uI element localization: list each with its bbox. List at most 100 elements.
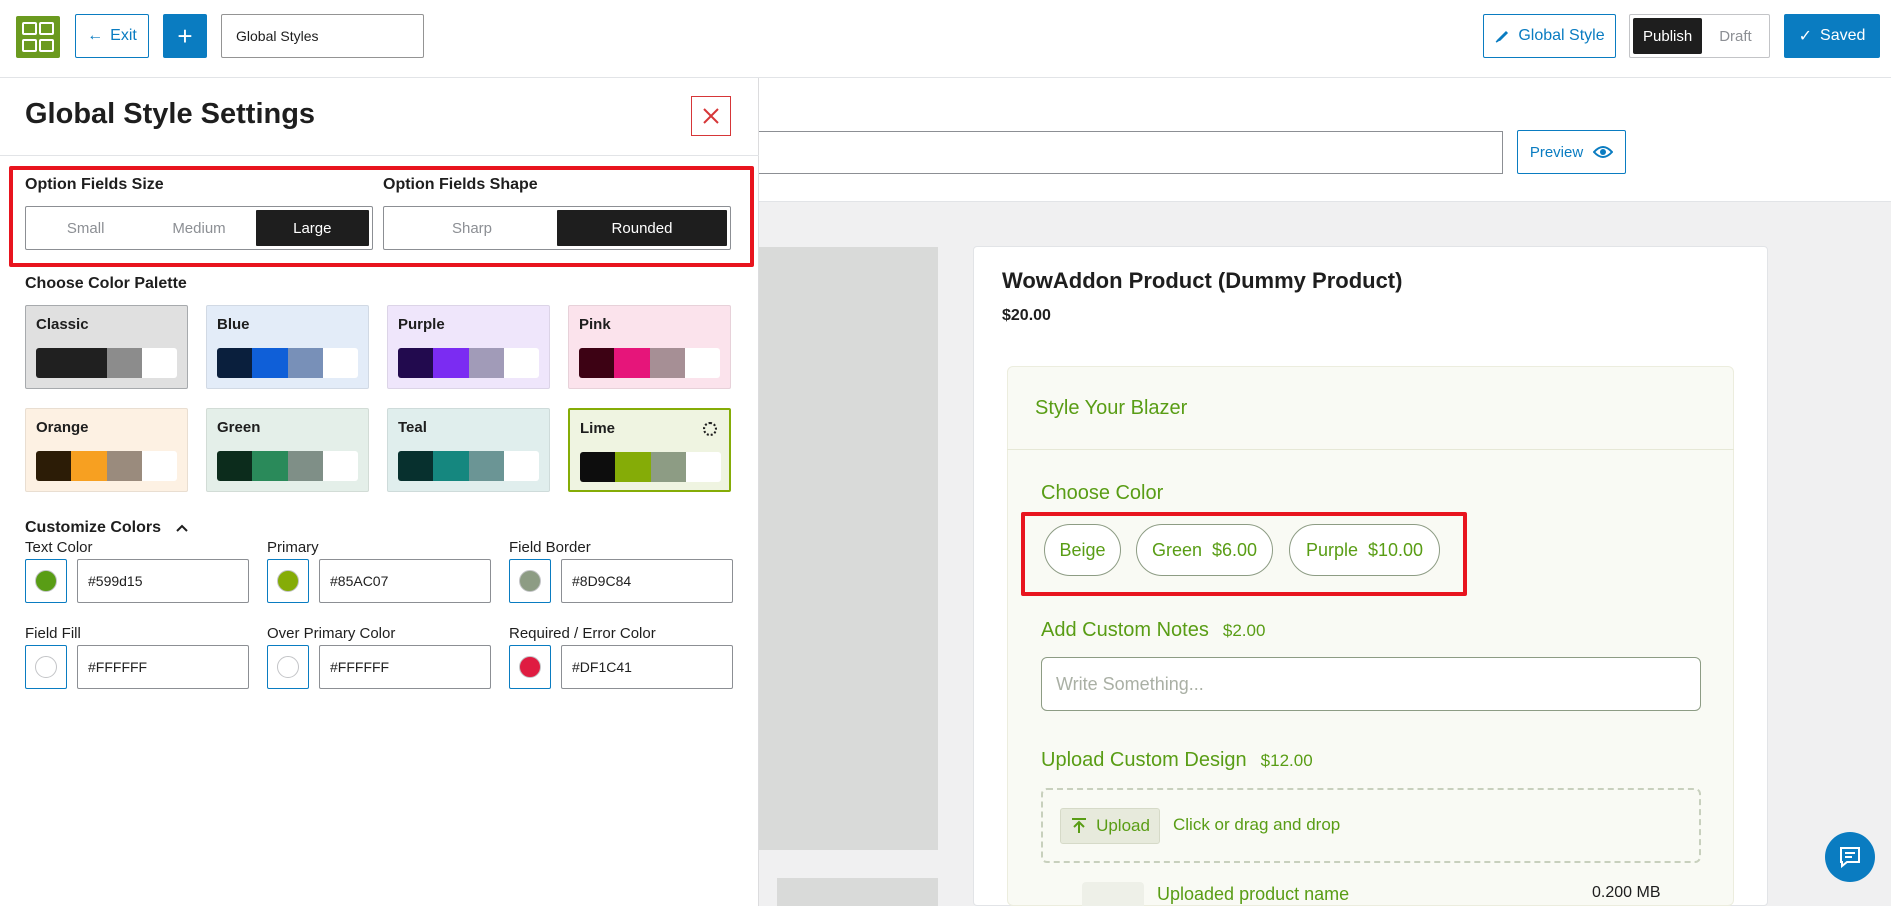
product-name: WowAddon Product (Dummy Product) bbox=[1002, 268, 1403, 293]
divider bbox=[1007, 449, 1734, 450]
palette-orange[interactable]: Orange bbox=[25, 408, 188, 492]
reset-icon[interactable] bbox=[703, 422, 717, 436]
palette-swatch bbox=[217, 348, 253, 378]
field-fill-input[interactable]: #FFFFFF bbox=[77, 645, 249, 689]
shape-rounded[interactable]: Rounded bbox=[557, 210, 727, 246]
top-toolbar: ← Exit + Global Styles Global Style Publ… bbox=[0, 0, 1891, 78]
color-dot bbox=[277, 656, 299, 678]
color-dot bbox=[519, 570, 541, 592]
palette-swatches bbox=[36, 451, 177, 481]
palette-name: Classic bbox=[36, 316, 89, 333]
color-dot bbox=[277, 570, 299, 592]
over-primary-color-input[interactable]: #FFFFFF bbox=[319, 645, 491, 689]
over-primary-color-swatch[interactable] bbox=[267, 645, 309, 689]
palette-swatch bbox=[649, 348, 685, 378]
chat-support-button[interactable] bbox=[1825, 832, 1875, 882]
draft-option[interactable]: Draft bbox=[1705, 28, 1766, 45]
divider bbox=[0, 155, 759, 156]
palette-name: Teal bbox=[398, 419, 427, 436]
primary-label: Primary bbox=[267, 539, 319, 556]
palette-swatches bbox=[579, 348, 720, 378]
product-image-placeholder bbox=[759, 247, 938, 850]
highlight-box bbox=[1021, 512, 1467, 596]
palette-swatch bbox=[71, 348, 107, 378]
option-shape-label: Option Fields Shape bbox=[383, 176, 538, 193]
field-border-swatch[interactable] bbox=[509, 559, 551, 603]
size-large[interactable]: Large bbox=[255, 210, 369, 246]
field-border-input[interactable]: #8D9C84 bbox=[561, 559, 733, 603]
palette-swatch bbox=[650, 452, 686, 482]
template-title-input[interactable]: Global Styles bbox=[221, 14, 424, 58]
palette-teal[interactable]: Teal bbox=[387, 408, 550, 492]
over-primary-color-label: Over Primary Color bbox=[267, 625, 396, 642]
palette-swatch bbox=[398, 348, 434, 378]
palette-swatch bbox=[217, 451, 253, 481]
palette-green[interactable]: Green bbox=[206, 408, 369, 492]
chevron-up-icon bbox=[176, 524, 188, 532]
uploaded-file-name: Uploaded product name bbox=[1157, 884, 1350, 904]
palette-blue[interactable]: Blue bbox=[206, 305, 369, 389]
saved-button[interactable]: ✓ Saved bbox=[1784, 14, 1880, 58]
palette-lime[interactable]: Lime bbox=[568, 408, 731, 492]
option-size-label: Option Fields Size bbox=[25, 176, 164, 193]
global-style-button[interactable]: Global Style bbox=[1483, 14, 1616, 58]
close-panel-button[interactable] bbox=[691, 96, 731, 136]
add-button[interactable]: + bbox=[163, 14, 207, 58]
palette-swatch bbox=[252, 451, 288, 481]
palette-swatch bbox=[141, 348, 177, 378]
size-small[interactable]: Small bbox=[29, 210, 142, 246]
palette-swatch bbox=[141, 451, 177, 481]
eye-icon bbox=[1593, 146, 1614, 158]
palette-swatch bbox=[579, 348, 615, 378]
palette-name: Blue bbox=[217, 316, 250, 333]
option-size-selector[interactable]: Small Medium Large bbox=[25, 206, 373, 250]
palette-swatches bbox=[217, 348, 358, 378]
arrow-left-icon: ← bbox=[87, 27, 104, 44]
publish-option[interactable]: Publish bbox=[1633, 18, 1703, 54]
palette-swatch bbox=[398, 451, 434, 481]
palette-swatches bbox=[36, 348, 177, 378]
addon-block-title: Style Your Blazer bbox=[1035, 397, 1188, 419]
upload-design-label: Upload Custom Design $12.00 bbox=[1041, 749, 1313, 771]
palette-swatch bbox=[252, 348, 288, 378]
palette-swatch bbox=[503, 451, 539, 481]
palette-classic[interactable]: Classic bbox=[25, 305, 188, 389]
primary-input[interactable]: #85AC07 bbox=[319, 559, 491, 603]
size-medium[interactable]: Medium bbox=[142, 210, 255, 246]
palette-purple[interactable]: Purple bbox=[387, 305, 550, 389]
app-logo bbox=[16, 16, 60, 58]
text-color-input[interactable]: #599d15 bbox=[77, 559, 249, 603]
custom-notes-label: Add Custom Notes $2.00 bbox=[1041, 619, 1266, 641]
required-error-color-swatch[interactable] bbox=[509, 645, 551, 689]
preview-url-bar[interactable] bbox=[759, 131, 1503, 174]
color-dot bbox=[35, 570, 57, 592]
primary-swatch[interactable] bbox=[267, 559, 309, 603]
palette-name: Green bbox=[217, 419, 261, 436]
option-shape-selector[interactable]: Sharp Rounded bbox=[383, 206, 731, 250]
preview-button[interactable]: Preview bbox=[1517, 130, 1626, 174]
uploaded-file-size: 0.200 MB bbox=[1592, 884, 1661, 901]
palette-swatch bbox=[36, 348, 72, 378]
palette-name: Purple bbox=[398, 316, 445, 333]
field-fill-swatch[interactable] bbox=[25, 645, 67, 689]
exit-button[interactable]: ← Exit bbox=[75, 14, 149, 58]
palette-swatches bbox=[398, 451, 539, 481]
product-thumbnail-placeholder bbox=[777, 878, 938, 906]
customize-colors-toggle[interactable]: Customize Colors bbox=[25, 519, 189, 537]
global-style-settings-panel: Global Style Settings Option Fields Size… bbox=[0, 78, 759, 906]
chat-icon bbox=[1840, 847, 1860, 869]
palette-swatches bbox=[398, 348, 539, 378]
palette-swatch bbox=[468, 348, 504, 378]
publish-draft-toggle[interactable]: Publish Draft bbox=[1629, 14, 1770, 58]
upload-button[interactable]: Upload bbox=[1060, 808, 1160, 844]
palette-swatch bbox=[684, 348, 720, 378]
close-icon bbox=[703, 108, 719, 124]
text-color-swatch[interactable] bbox=[25, 559, 67, 603]
palette-swatch bbox=[433, 348, 469, 378]
palette-name: Pink bbox=[579, 316, 611, 333]
shape-sharp[interactable]: Sharp bbox=[387, 210, 557, 246]
text-color-label: Text Color bbox=[25, 539, 93, 556]
palette-pink[interactable]: Pink bbox=[568, 305, 731, 389]
custom-notes-input[interactable]: Write Something... bbox=[1041, 657, 1701, 711]
required-error-color-input[interactable]: #DF1C41 bbox=[561, 645, 733, 689]
